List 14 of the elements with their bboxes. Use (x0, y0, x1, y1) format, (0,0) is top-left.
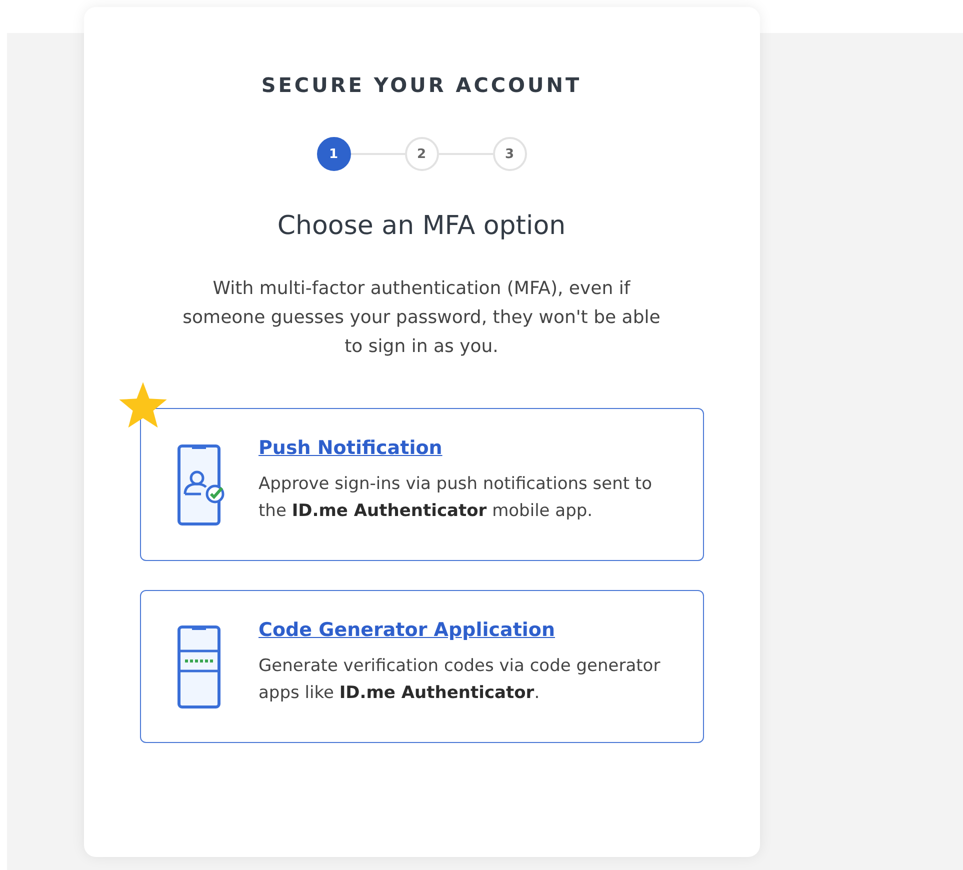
mfa-option-card[interactable]: Push Notification Approve sign-ins via push notifications sent to the ID.me Authenticator mobile app. (140, 408, 704, 561)
heading: Choose an MFA option (277, 211, 566, 241)
option-description: Generate verification codes via code generator apps like ID.me Authenticator. (258, 654, 662, 704)
step-indicator: 3 (492, 137, 526, 171)
intro-text: With multi-factor authentication (MFA), even if someone guesses your password, they won't be able to sign in as you. (182, 277, 662, 359)
phone-person-check-icon (176, 444, 224, 526)
mfa-option-card[interactable]: Code Generator Application Generate verification codes via code generator apps like ID.me Authenticator. (140, 590, 704, 743)
page-title: SECURE YOUR ACCOUNT (261, 73, 582, 97)
option-title-link[interactable]: Code Generator Application (258, 618, 555, 640)
phone-code-icon (176, 624, 220, 708)
option-title-link[interactable]: Push Notification (258, 436, 442, 458)
step-indicator: 1 (316, 137, 350, 171)
option-description: Approve sign-ins via push notifications sent to the ID.me Authenticator mobile app. (258, 472, 653, 522)
step-indicator: 2 (404, 137, 438, 171)
